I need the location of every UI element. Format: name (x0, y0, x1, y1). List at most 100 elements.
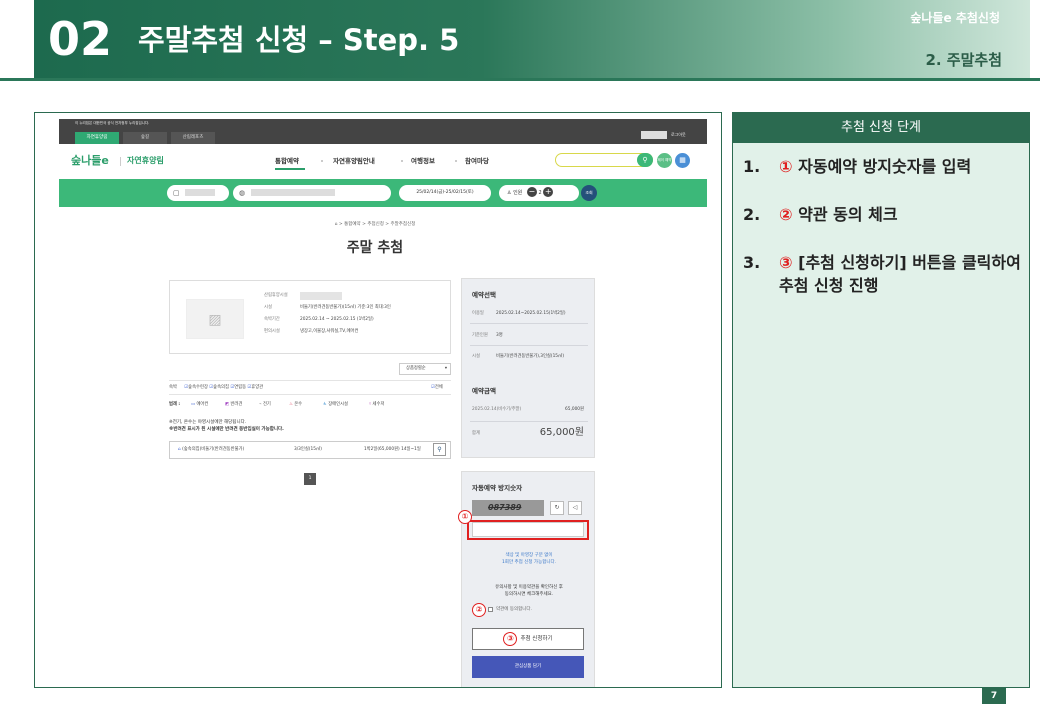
pagination-page[interactable]: 1 (304, 473, 316, 485)
captcha-image: 087389 (472, 500, 544, 516)
legend-label: 범례 : (169, 402, 181, 407)
notice-line: ※반려견 표시가 된 시설에만 반려견 동반입실이 가능합니다. (169, 427, 284, 432)
filter-option[interactable]: 연립동 (234, 385, 246, 390)
captcha-panel: 자동예약 방지숫자 087389 ↻ ◁ ① 색상 및 아영장 구분 없이 1회… (458, 471, 595, 687)
site-logo-sub[interactable]: 자연휴양림 (127, 155, 164, 167)
amount-line-value: 65,000원 (565, 407, 584, 412)
use-date-value: 2025.02.14~2025.02.15(1박2일) (496, 311, 566, 316)
date-range-field[interactable]: 25/02/14(금)-25/02/15(토) (399, 185, 491, 201)
legend-text: 세수저 (372, 402, 385, 407)
nav-travel-info[interactable]: 여행정보 (411, 156, 435, 166)
highlight-box (467, 520, 589, 540)
step-text: ② 약관 동의 체크 (779, 203, 898, 226)
search-icon[interactable]: ⚲ (637, 153, 653, 167)
calendar-icon: ▢ (173, 189, 180, 197)
steps-title: 추첨 신청 단계 (733, 113, 1029, 143)
logout-link[interactable]: 로그아웃 (671, 131, 686, 139)
speaker-icon[interactable]: ◁ (568, 501, 582, 515)
nav-reservation[interactable]: 통합예약 (275, 156, 299, 166)
legend-text: 온수 (294, 402, 303, 407)
std-value: 3명 (496, 333, 503, 338)
apply-lottery-button[interactable]: ③ 추첨 신청하기 (472, 628, 584, 650)
location-icon: ◍ (239, 189, 246, 197)
facility-select[interactable]: ◍ (233, 185, 391, 201)
steps-panel: 추첨 신청 단계 1. ① 자동예약 방지숫자를 입력 2. ② 약관 동의 체… (732, 112, 1030, 688)
minus-button[interactable]: − (526, 187, 537, 197)
tab-leisure[interactable]: 산림레포츠 (171, 132, 215, 144)
gov-banner: 이 누리집은 대한민국 공식 전자정부 누리집입니다. 자연휴양림 숲길 산림레… (59, 119, 707, 144)
facility-card: ▨ 산림휴양시설 시설 비둘기(반려견동반불가)(15㎡) 기준:3인 최대:3… (169, 280, 451, 354)
region-select[interactable]: ▢ (167, 185, 229, 201)
search-go-button[interactable]: 조회 (581, 185, 597, 201)
people-stepper[interactable]: ♙ 인원 − 2 + (499, 185, 579, 201)
masked-value (185, 189, 215, 196)
legend-item: ♨ 온수 (289, 401, 302, 409)
facility-label: 시설 (264, 305, 272, 310)
divider (169, 380, 451, 381)
header-divider (0, 78, 1040, 81)
pet-icon: ◩ (225, 402, 230, 407)
amenities-value: 냉장고,이불장,샤워실,TV,에어컨 (300, 329, 359, 334)
slide-section: 2. 주말추첨 (925, 51, 1002, 69)
legend-item: ◩ 반려견 (225, 401, 242, 409)
info-line: 유의사항 및 이용약관을 확인하신 후 (495, 585, 563, 590)
nav-community[interactable]: 참여마당 (465, 156, 489, 166)
grid-menu-icon[interactable]: ▦ (675, 153, 690, 168)
filter-option[interactable]: 숲속수련장 (188, 385, 208, 390)
facility-label: 시설 (472, 354, 480, 359)
room-row[interactable]: ⌂ (숲속의집)비둘기(반려견동반불가) 3/3인실(15㎡) 1박2일(65,… (169, 441, 451, 459)
facility-label: 편의시설 (264, 329, 280, 334)
people-icon: ♙ (507, 190, 512, 196)
filter-option[interactable]: 숲속의집 (213, 385, 229, 390)
legend-text: 반려견 (230, 402, 243, 407)
facility-label: 산림휴양시설 (264, 293, 288, 298)
filter-all-label[interactable]: 전체 (435, 385, 443, 390)
notice-text: ※전기, 온수는 야영시설에만 해당됩니다. ※반려견 표시가 된 시설에만 반… (169, 419, 284, 433)
slide-header: 02 주말추첨 신청 – Step. 5 숲나들e 추첨신청 2. 주말추첨 (34, 0, 1030, 78)
amount-title: 예약금액 (472, 387, 496, 395)
plus-button[interactable]: + (543, 187, 554, 197)
divider (470, 421, 588, 422)
slide-subtitle: 숲나들e 추첨신청 (910, 11, 1000, 25)
filter-label: 숙박 (169, 385, 177, 390)
chevron-down-icon: ▾ (444, 366, 447, 371)
step-circle: ② (779, 205, 793, 224)
refresh-icon[interactable]: ↻ (550, 501, 564, 515)
nav-forest-info[interactable]: 자연휴양림안내 (333, 156, 375, 166)
step-text: ③ [추첨 신청하기] 버튼을 클릭하여 추첨 신청 진행 (779, 251, 1025, 297)
filter-all[interactable]: ☑전체 (431, 384, 443, 391)
sort-select[interactable]: 상품정렬순 ▾ (399, 363, 451, 375)
std-label: 기준인원 (472, 333, 488, 338)
reserve-shortcut-button[interactable]: 제이 예약하기 (657, 153, 672, 177)
step-3: 3. ③ [추첨 신청하기] 버튼을 클릭하여 추첨 신청 진행 (743, 251, 1025, 297)
masked-value (251, 189, 335, 196)
total-label: 합계 (472, 431, 480, 436)
legend-text: 에어컨 (196, 402, 209, 407)
room-price: 1박2일(65,000원) 14일~1일 (364, 447, 421, 452)
nav-separator (401, 160, 403, 162)
logo-divider (120, 157, 121, 166)
gov-notice: 이 누리집은 대한민국 공식 전자정부 누리집입니다. (75, 121, 150, 125)
legend-item: ▿ 세수저 (369, 401, 384, 409)
home-icon: ⌂ (178, 447, 181, 452)
marker-2: ② (472, 603, 486, 617)
agree-label[interactable]: 약관에 동의합니다. (496, 606, 532, 613)
breadcrumb: ⌂ > 통합예약 > 추첨신청 > 주말추첨신청 (334, 222, 416, 227)
agree-checkbox[interactable] (488, 607, 493, 612)
site-logo[interactable]: 숲나들e (71, 153, 109, 169)
image-placeholder-icon: ▨ (186, 299, 244, 339)
people-count: 2 (538, 190, 542, 196)
facility-value: 비둘기(반려견동반불가),3인실(15㎡) (496, 354, 565, 359)
tab-forest[interactable]: 자연휴양림 (75, 132, 119, 144)
aircon-icon: ▭ (191, 402, 196, 407)
step-desc: 약관 동의 체크 (798, 205, 898, 224)
tab-trail[interactable]: 숲길 (123, 132, 167, 144)
wishlist-button[interactable]: 관심상품 담기 (472, 656, 584, 678)
filter-option[interactable]: 휴양관 (251, 385, 263, 390)
search-icon[interactable]: ⚲ (433, 443, 446, 456)
type-filter: 숙박 ☑숲속수련장 ☑숲속의집 ☑연립동 ☑휴양관 (169, 384, 263, 391)
step-number: 2. (743, 205, 761, 224)
slide-title: 주말추첨 신청 – Step. 5 (138, 23, 460, 57)
divider (470, 323, 588, 324)
page-number: 7 (982, 688, 1006, 704)
